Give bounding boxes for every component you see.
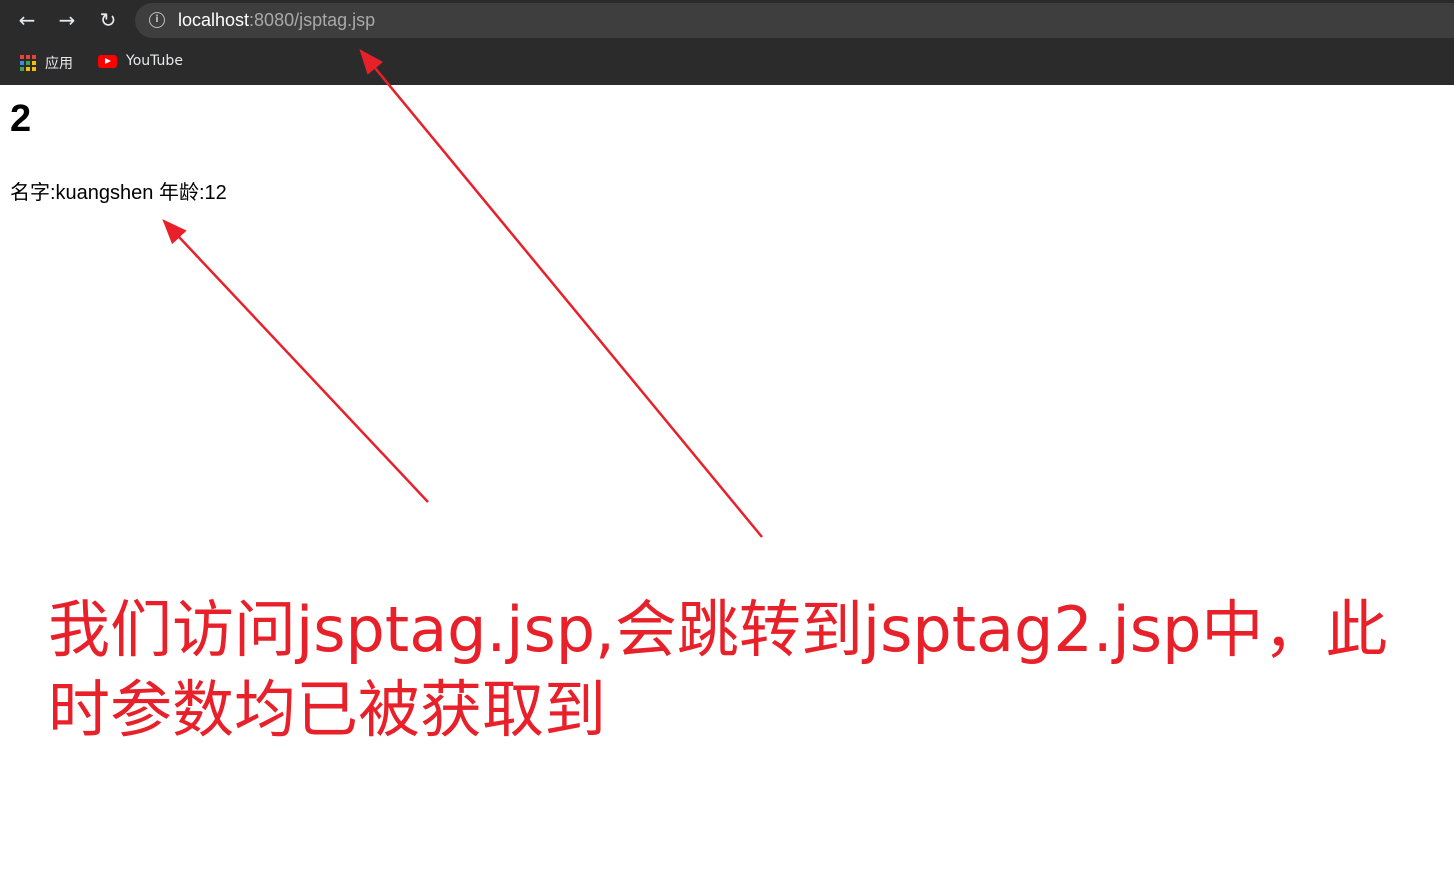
arrow-to-info bbox=[162, 219, 429, 503]
arrow-to-url bbox=[359, 49, 763, 538]
annotation-text: 我们访问jsptag.jsp,会跳转到jsptag2.jsp中，此时参数均已被获… bbox=[48, 593, 1388, 746]
